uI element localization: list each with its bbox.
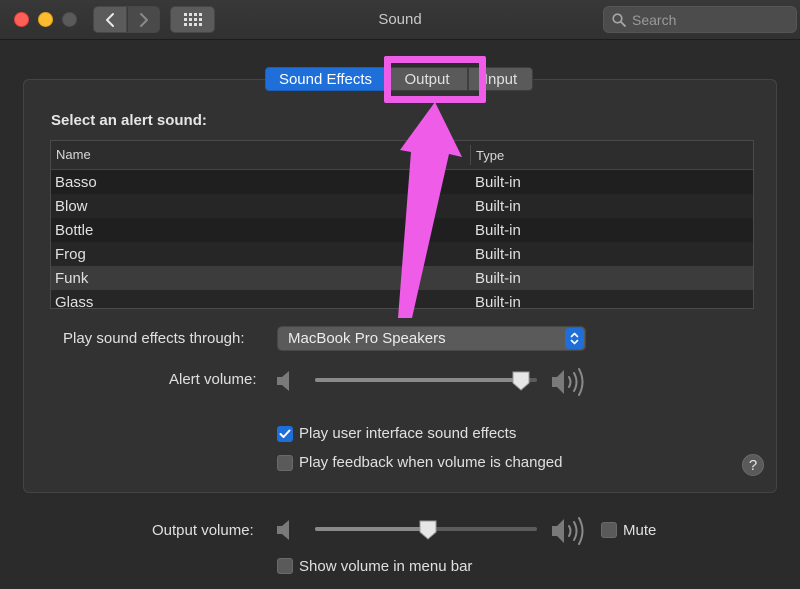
table-row[interactable]: Frog Built-in [51, 242, 753, 266]
sound-name: Bottle [55, 221, 94, 239]
output-device-value: MacBook Pro Speakers [288, 330, 446, 347]
speaker-high-icon [552, 517, 584, 545]
table-row[interactable]: Blow Built-in [51, 194, 753, 218]
tab-bar: Sound Effects Output Input [265, 67, 533, 91]
tab-sound-effects[interactable]: Sound Effects [265, 67, 386, 91]
search-input[interactable] [632, 11, 782, 28]
volume-feedback-checkbox[interactable] [277, 455, 293, 471]
search-icon [612, 12, 626, 27]
sound-name: Basso [55, 173, 97, 191]
sound-name: Glass [55, 293, 94, 309]
table-row[interactable]: Bottle Built-in [51, 218, 753, 242]
sound-type: Built-in [475, 173, 521, 191]
alert-sound-heading: Select an alert sound: [51, 112, 207, 129]
alert-volume-slider[interactable] [315, 378, 537, 382]
popup-stepper [565, 328, 584, 349]
output-volume-knob[interactable] [418, 519, 438, 541]
tab-input[interactable]: Input [468, 67, 533, 91]
volume-feedback-label[interactable]: Play feedback when volume is changed [299, 454, 563, 471]
alert-volume-fill [315, 378, 522, 382]
sound-name: Frog [55, 245, 86, 263]
sound-type: Built-in [475, 245, 521, 263]
mute-label[interactable]: Mute [623, 522, 656, 539]
ui-sound-effects-label[interactable]: Play user interface sound effects [299, 425, 516, 442]
search-field[interactable] [603, 6, 797, 33]
speaker-low-icon [277, 371, 289, 391]
alert-volume-knob[interactable] [511, 370, 531, 392]
output-volume-label: Output volume: [152, 522, 254, 539]
ui-sound-effects-checkbox[interactable] [277, 426, 293, 442]
help-button[interactable]: ? [742, 454, 764, 476]
output-volume-fill [315, 527, 429, 531]
speaker-low-icon [277, 520, 289, 540]
show-volume-menu-bar-label[interactable]: Show volume in menu bar [299, 558, 472, 575]
table-header: Name Type [51, 141, 753, 170]
sound-type: Built-in [475, 221, 521, 239]
table-row-selected[interactable]: Funk Built-in [51, 266, 753, 290]
alert-volume-label: Alert volume: [169, 371, 257, 388]
play-through-label: Play sound effects through: [63, 330, 245, 347]
sound-type: Built-in [475, 197, 521, 215]
tab-output[interactable]: Output [386, 67, 468, 91]
column-header-type[interactable]: Type [471, 148, 504, 163]
show-volume-menu-bar-checkbox[interactable] [277, 558, 293, 574]
sound-name: Blow [55, 197, 88, 215]
table-row[interactable]: Glass Built-in [51, 290, 753, 309]
speaker-high-icon [552, 368, 584, 396]
table-row[interactable]: Basso Built-in [51, 170, 753, 194]
output-device-popup[interactable]: MacBook Pro Speakers [277, 326, 586, 351]
sound-name: Funk [55, 269, 89, 287]
title-bar: Sound [0, 0, 800, 40]
chevron-up-down-icon [570, 332, 579, 345]
alert-sound-table[interactable]: Name Type Basso Built-in Blow Built-in B… [50, 140, 754, 309]
column-header-name[interactable]: Name [51, 145, 471, 165]
sound-type: Built-in [475, 269, 521, 287]
mute-checkbox[interactable] [601, 522, 617, 538]
sound-type: Built-in [475, 293, 521, 309]
help-icon: ? [748, 456, 758, 474]
checkmark-icon [279, 429, 291, 438]
